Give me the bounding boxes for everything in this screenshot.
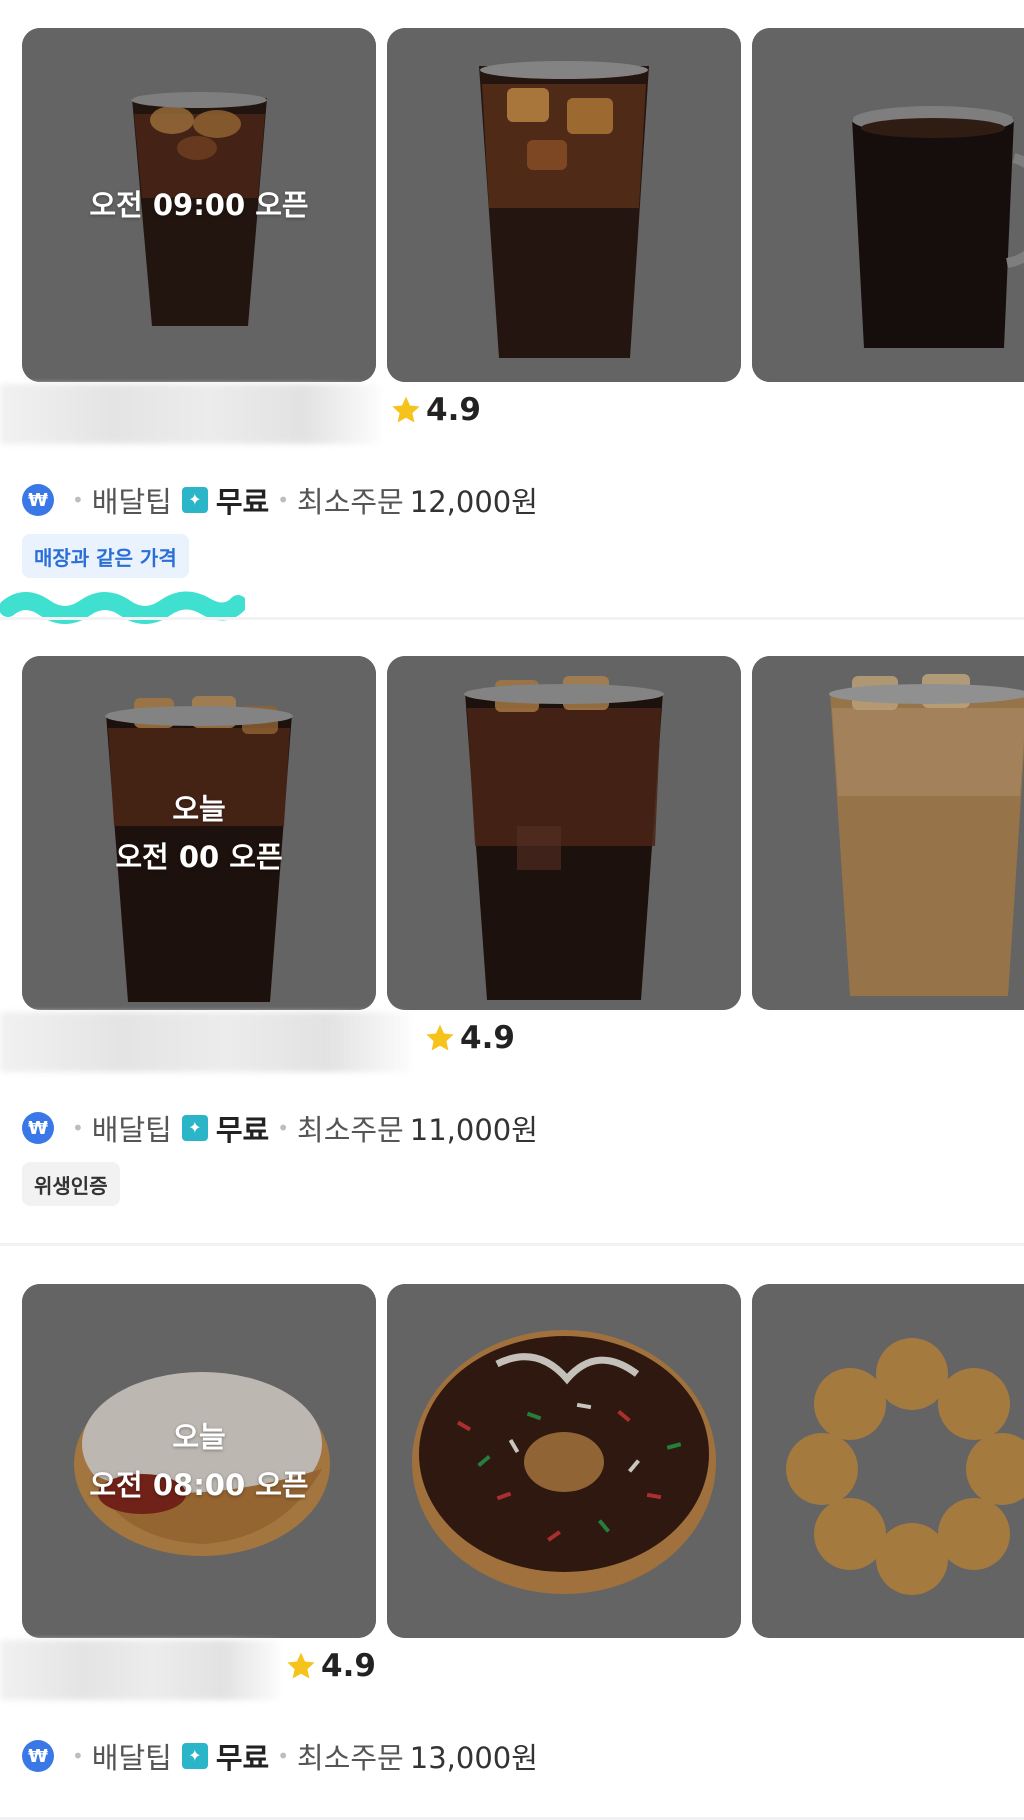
separator-dot: • [72,1116,84,1140]
menu-image-iced-americano[interactable]: 오늘 오전 00 오픈 [22,656,376,1010]
bolt-icon: ✦ [181,487,208,513]
won-coin-icon: ₩ [22,484,54,516]
store-rating: 4.9 [424,1020,515,1056]
delivery-tip-value: 무료 [215,1113,270,1147]
open-day-label: 오늘 [172,792,226,826]
open-day-label: 오늘 [172,1420,226,1454]
delivery-info: ₩ • 배달팁 ✦ 무료 • 최소주문 13,000원 [22,1734,538,1778]
closed-shade [752,28,1024,382]
rating-value: 4.9 [460,1020,515,1056]
store-name-row[interactable]: 4.9 [0,384,1024,444]
separator-dot: • [277,1744,290,1768]
min-order-label: 최소주문 [297,1113,404,1147]
min-order-value: 12,000원 [409,485,538,519]
open-time-overlay: 오늘 오전 00 오픈 [22,656,376,1010]
open-time-label: 오전 00 오픈 [115,840,283,874]
closed-shade [387,656,741,1010]
menu-image-jelly-donut[interactable]: 오늘 오전 08:00 오픈 [22,1284,376,1638]
store-name-redacted [0,1640,280,1700]
card-divider [0,1243,1024,1246]
min-order-label: 최소주문 [297,1741,404,1775]
separator-dot: • [72,1744,84,1768]
menu-image-chocolate-donut[interactable] [387,1284,741,1638]
open-time-label: 오전 08:00 오픈 [89,1468,309,1502]
closed-shade [387,1284,741,1638]
menu-image-ring-donut[interactable] [752,1284,1024,1638]
star-icon [287,1652,315,1679]
store-name-redacted [0,384,380,444]
store-card[interactable]: 오전 09:00 오픈 4.9 ₩ • 배달팁 ✦ 무료 • 최소주문 12,0… [0,0,1024,624]
menu-gallery[interactable]: 오전 09:00 오픈 [22,28,1024,382]
store-name-row[interactable]: 4.9 [0,1640,1024,1700]
delivery-info: ₩ • 배달팁 ✦ 무료 • 최소주문 11,000원 [22,1106,538,1150]
menu-gallery[interactable]: 오늘 오전 00 오픈 [22,656,1024,1010]
store-name-row[interactable]: 4.9 [0,1012,1024,1072]
menu-image-iced-coffee[interactable]: 오전 09:00 오픈 [22,28,376,382]
store-tag: 매장과 같은 가격 [22,534,189,578]
menu-gallery[interactable]: 오늘 오전 08:00 오픈 [22,1284,1024,1638]
separator-dot: • [72,488,84,512]
bolt-icon: ✦ [181,1743,208,1769]
store-name-redacted [0,1012,410,1072]
card-divider [0,617,1024,620]
min-order-label: 최소주문 [297,485,404,519]
menu-image-iced-latte[interactable] [752,656,1024,1010]
delivery-tip-label: 배달팁 [91,485,172,519]
won-coin-icon: ₩ [22,1740,54,1772]
store-card[interactable]: 오늘 오전 08:00 오픈 4.9 ₩ • 배달팁 ✦ 무료 • 최소주문 1… [0,1256,1024,1820]
separator-dot: • [277,488,290,512]
rating-value: 4.9 [426,392,481,428]
min-order-value: 11,000원 [409,1113,538,1147]
min-order-value: 13,000원 [409,1741,538,1775]
closed-shade [752,1284,1024,1638]
closed-shade [387,28,741,382]
store-list: 오전 09:00 오픈 4.9 ₩ • 배달팁 ✦ 무료 • 최소주문 12,0… [0,0,1024,1820]
highlight-squiggle [0,591,245,624]
star-icon [392,396,420,423]
won-coin-icon: ₩ [22,1112,54,1144]
star-icon [426,1024,454,1051]
delivery-tip-label: 배달팁 [91,1113,172,1147]
open-time-overlay: 오전 09:00 오픈 [22,28,376,382]
open-time-overlay: 오늘 오전 08:00 오픈 [22,1284,376,1638]
bolt-icon: ✦ [181,1115,208,1141]
delivery-tip-label: 배달팁 [91,1741,172,1775]
store-rating: 4.9 [285,1648,376,1684]
menu-image-hot-coffee[interactable] [752,28,1024,382]
store-card[interactable]: 오늘 오전 00 오픈 4.9 ₩ • 배달팁 ✦ 무료 • 최소주문 11,0… [0,628,1024,1246]
closed-shade [752,656,1024,1010]
rating-value: 4.9 [321,1648,376,1684]
menu-image-iced-coffee-large[interactable] [387,28,741,382]
separator-dot: • [277,1116,290,1140]
open-time-label: 오전 09:00 오픈 [89,188,309,222]
store-tag: 위생인증 [22,1162,120,1206]
delivery-tip-value: 무료 [215,485,270,519]
menu-image-iced-americano-large[interactable] [387,656,741,1010]
delivery-info: ₩ • 배달팁 ✦ 무료 • 최소주문 12,000원 [22,478,538,522]
store-rating: 4.9 [390,392,481,428]
delivery-tip-value: 무료 [215,1741,270,1775]
